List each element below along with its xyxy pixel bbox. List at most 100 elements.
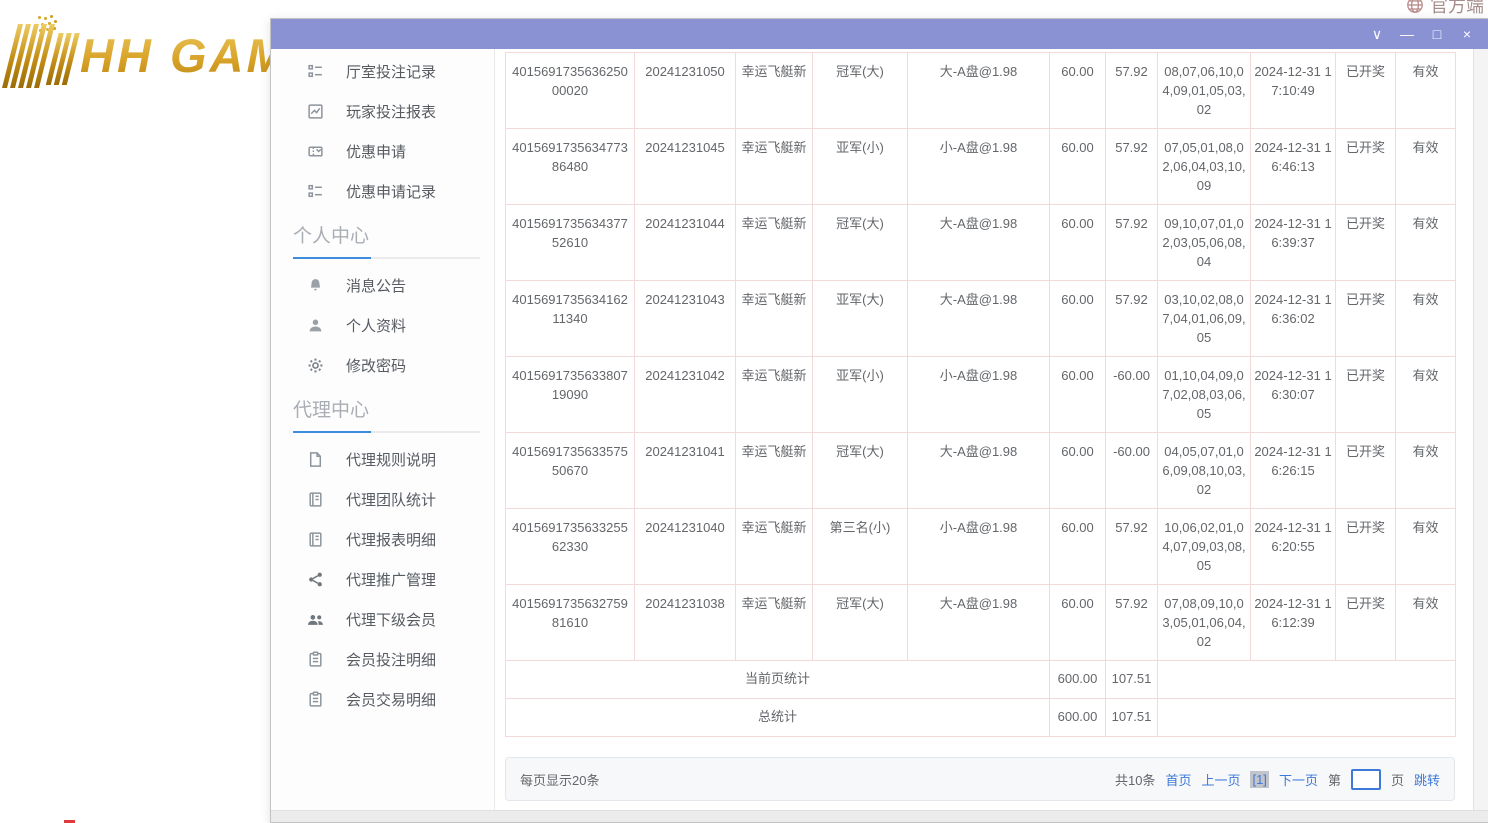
cell-valid: 有效 xyxy=(1396,281,1456,357)
sidebar-item[interactable]: 代理报表明细 xyxy=(271,519,494,559)
sidebar-item-label: 代理下级会员 xyxy=(346,609,436,630)
cell-play: 大-A盘@1.98 xyxy=(908,53,1050,129)
sidebar-item[interactable]: 厅室投注记录 xyxy=(271,51,494,91)
cell-amount: 60.00 xyxy=(1050,433,1106,509)
pagination-bar: 每页显示20条 共10条 首页 上一页 [1] 下一页 第 页 跳转 xyxy=(505,757,1455,801)
section-underline xyxy=(293,257,480,259)
cell-numbers: 04,05,07,01,06,09,08,10,03,02 xyxy=(1158,433,1251,509)
sidebar-item[interactable]: 玩家投注报表 xyxy=(271,91,494,131)
cell-order-id: 401569173563477386480 xyxy=(506,129,635,205)
sidebar-item[interactable]: 代理规则说明 xyxy=(271,439,494,479)
cell-time: 2024-12-31 16:46:13 xyxy=(1251,129,1336,205)
jump-suffix-label: 页 xyxy=(1391,770,1404,789)
cell-status: 已开奖 xyxy=(1336,585,1396,661)
sidebar-item[interactable]: 个人资料 xyxy=(271,305,494,345)
cell-game: 幸运飞艇新 xyxy=(736,585,813,661)
cell-game: 幸运飞艇新 xyxy=(736,357,813,433)
cell-valid: 有效 xyxy=(1396,205,1456,281)
cell-valid: 有效 xyxy=(1396,357,1456,433)
close-icon[interactable]: × xyxy=(1452,19,1482,49)
user-icon xyxy=(307,317,324,334)
cell-order-id: 401569173563625000020 xyxy=(506,53,635,129)
table-row: 40156917356341621134020241231043幸运飞艇新亚军(… xyxy=(506,281,1456,357)
cell-amount: 60.00 xyxy=(1050,509,1106,585)
cell-bet: 冠军(大) xyxy=(813,433,908,509)
cell-period: 20241231045 xyxy=(635,129,736,205)
cell-bet: 亚军(小) xyxy=(813,129,908,205)
ticket-icon xyxy=(307,143,324,160)
next-page-link[interactable]: 下一页 xyxy=(1279,770,1318,789)
cell-time: 2024-12-31 16:39:37 xyxy=(1251,205,1336,281)
cell-play: 小-A盘@1.98 xyxy=(908,357,1050,433)
sidebar-section-header: 个人中心 xyxy=(271,211,494,265)
cell-status: 已开奖 xyxy=(1336,129,1396,205)
table-row: 40156917356335755067020241231041幸运飞艇新冠军(… xyxy=(506,433,1456,509)
cell-period: 20241231050 xyxy=(635,53,736,129)
cell-numbers: 08,07,06,10,04,09,01,05,03,02 xyxy=(1158,53,1251,129)
cell-order-id: 401569173563275981610 xyxy=(506,585,635,661)
maximize-icon[interactable]: □ xyxy=(1422,19,1452,49)
vertical-scrollbar[interactable] xyxy=(1473,49,1488,810)
cell-winloss: -60.00 xyxy=(1106,357,1158,433)
cell-period: 20241231040 xyxy=(635,509,736,585)
cell-game: 幸运飞艇新 xyxy=(736,129,813,205)
cell-play: 大-A盘@1.98 xyxy=(908,281,1050,357)
cell-amount: 60.00 xyxy=(1050,205,1106,281)
summary-row: 当前页统计600.00107.51 xyxy=(506,661,1456,699)
minimize-icon[interactable]: — xyxy=(1392,19,1422,49)
cell-winloss: 57.92 xyxy=(1106,509,1158,585)
sidebar-item[interactable]: 优惠申请 xyxy=(271,131,494,171)
cell-play: 大-A盘@1.98 xyxy=(908,585,1050,661)
list-icon xyxy=(307,183,324,200)
cell-period: 20241231044 xyxy=(635,205,736,281)
cell-status: 已开奖 xyxy=(1336,205,1396,281)
chart-icon xyxy=(307,103,324,120)
sidebar-item-label: 代理团队统计 xyxy=(346,489,436,510)
pager: 共10条 首页 上一页 [1] 下一页 第 页 跳转 xyxy=(1115,769,1440,790)
cell-game: 幸运飞艇新 xyxy=(736,281,813,357)
cell-winloss: 57.92 xyxy=(1106,205,1158,281)
jump-button[interactable]: 跳转 xyxy=(1414,770,1440,789)
table-row: 40156917356347738648020241231045幸运飞艇新亚军(… xyxy=(506,129,1456,205)
sidebar-item-label: 代理报表明细 xyxy=(346,529,436,550)
sidebar-item-label: 会员交易明细 xyxy=(346,689,436,710)
sidebar-item[interactable]: 代理下级会员 xyxy=(271,599,494,639)
sidebar-item[interactable]: 会员投注明细 xyxy=(271,639,494,679)
page-jump-input[interactable] xyxy=(1351,769,1381,790)
sidebar-item[interactable]: 代理团队统计 xyxy=(271,479,494,519)
main-content: 40156917356362500002020241231050幸运飞艇新冠军(… xyxy=(495,49,1488,812)
cell-valid: 有效 xyxy=(1396,129,1456,205)
cell-amount: 60.00 xyxy=(1050,53,1106,129)
cell-amount: 60.00 xyxy=(1050,281,1106,357)
sidebar-item-label: 消息公告 xyxy=(346,275,406,296)
sidebar-item[interactable]: 消息公告 xyxy=(271,265,494,305)
horizontal-scrollbar[interactable] xyxy=(271,810,1488,822)
summary-amount: 600.00 xyxy=(1050,699,1106,737)
cell-status: 已开奖 xyxy=(1336,433,1396,509)
share-icon xyxy=(307,571,324,588)
bell-icon xyxy=(307,277,324,294)
cell-time: 2024-12-31 17:10:49 xyxy=(1251,53,1336,129)
current-page-badge[interactable]: [1] xyxy=(1250,771,1268,788)
cell-play: 小-A盘@1.98 xyxy=(908,129,1050,205)
sidebar-section-title: 个人中心 xyxy=(293,221,480,257)
cell-numbers: 03,10,02,08,07,04,01,06,09,05 xyxy=(1158,281,1251,357)
official-site-label: 官方端 xyxy=(1430,0,1484,18)
summary-row: 总统计600.00107.51 xyxy=(506,699,1456,737)
cell-bet: 第三名(小) xyxy=(813,509,908,585)
cell-play: 小-A盘@1.98 xyxy=(908,509,1050,585)
official-site-link[interactable]: 官方端 xyxy=(1406,0,1484,18)
collapse-icon[interactable]: ∨ xyxy=(1362,19,1392,49)
table-row: 40156917356362500002020241231050幸运飞艇新冠军(… xyxy=(506,53,1456,129)
cell-game: 幸运飞艇新 xyxy=(736,53,813,129)
sidebar-item[interactable]: 会员交易明细 xyxy=(271,679,494,719)
book-icon xyxy=(307,531,324,548)
first-page-link[interactable]: 首页 xyxy=(1165,770,1191,789)
globe-icon xyxy=(1406,0,1424,14)
table-row: 40156917356332556233020241231040幸运飞艇新第三名… xyxy=(506,509,1456,585)
sidebar-item[interactable]: 代理推广管理 xyxy=(271,559,494,599)
sidebar-item[interactable]: 优惠申请记录 xyxy=(271,171,494,211)
sidebar-item[interactable]: 修改密码 xyxy=(271,345,494,385)
cell-order-id: 401569173563380719090 xyxy=(506,357,635,433)
prev-page-link[interactable]: 上一页 xyxy=(1201,770,1240,789)
